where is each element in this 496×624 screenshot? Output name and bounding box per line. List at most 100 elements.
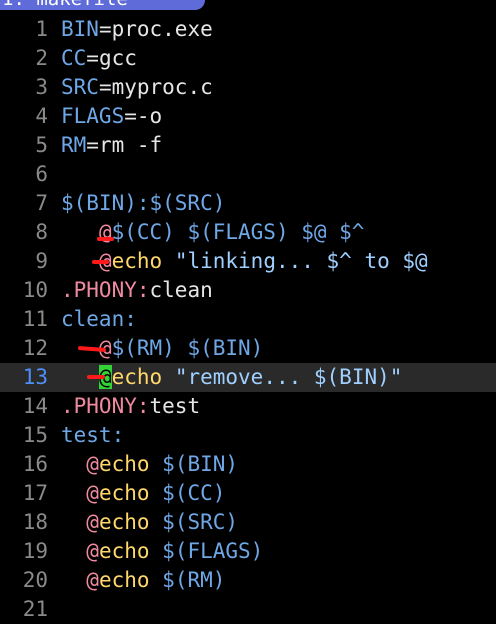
tab-makefile[interactable]: 1: makefile xyxy=(0,0,205,10)
code-token: clean: xyxy=(61,307,137,331)
code-token: .PHONY: xyxy=(61,394,150,418)
code-token: clean xyxy=(149,278,213,302)
code-line[interactable]: 11 clean: xyxy=(0,305,496,334)
code-line[interactable]: 19 @echo $(FLAGS) xyxy=(0,537,496,566)
code-token: $(FLAGS) xyxy=(149,539,264,563)
code-line[interactable]: 20 @echo $(RM) xyxy=(0,566,496,595)
line-code: .PHONY:clean xyxy=(61,276,213,305)
line-number: 16 xyxy=(22,452,48,476)
line-code: RM=rm -f xyxy=(61,131,162,160)
line-number: 3 xyxy=(35,75,48,99)
code-token: echo xyxy=(111,365,163,389)
code-line[interactable]: 12 @$(RM) $(BIN) xyxy=(0,334,496,363)
code-line[interactable]: 14 .PHONY:test xyxy=(0,392,496,421)
annotation-mark xyxy=(97,237,114,241)
line-number: 12 xyxy=(22,336,48,360)
code-token: .PHONY: xyxy=(61,278,150,302)
code-token: =gcc xyxy=(86,46,137,70)
code-token: @ xyxy=(86,539,99,563)
code-line[interactable]: 21 xyxy=(0,595,496,624)
line-number: 19 xyxy=(22,539,48,563)
line-code: SRC=myproc.c xyxy=(61,73,213,102)
line-code: clean: xyxy=(61,305,137,334)
line-number: 10 xyxy=(22,278,48,302)
code-line[interactable]: 13 @echo "remove... $(BIN)" xyxy=(0,363,496,392)
line-number: 1 xyxy=(35,17,48,41)
code-token: echo xyxy=(98,510,150,534)
line-number: 21 xyxy=(22,597,48,621)
editor[interactable]: 1 BIN=proc.exe 2 CC=gcc 3 SRC=myproc.c 4 FLAGS=… xyxy=(0,15,496,624)
line-code: CC=gcc xyxy=(61,44,137,73)
line-number: 2 xyxy=(35,46,48,70)
line-code: test: xyxy=(61,421,124,450)
code-token: FLAGS xyxy=(61,104,125,128)
code-line[interactable]: 8 @$(CC) $(FLAGS) $@ $^ xyxy=(0,218,496,247)
code-line[interactable]: 5 RM=rm -f xyxy=(0,131,496,160)
code-token: =rm -f xyxy=(86,133,163,157)
line-number: 14 xyxy=(22,394,48,418)
tab-bar: 1: makefile xyxy=(0,0,496,10)
line-number: 13 xyxy=(22,365,48,389)
line-number: 17 xyxy=(22,481,48,505)
line-number: 4 xyxy=(35,104,48,128)
line-code: @echo "remove... $(BIN)" xyxy=(61,363,402,392)
code-token: echo xyxy=(98,452,150,476)
line-code: $(BIN):$(SRC) xyxy=(61,189,225,218)
code-token: $(RM) $(BIN) xyxy=(111,336,264,360)
code-token: =-o xyxy=(124,104,163,128)
code-token: echo xyxy=(98,568,150,592)
code-line[interactable]: 10 .PHONY:clean xyxy=(0,276,496,305)
code-token: echo xyxy=(111,249,163,273)
line-number: 20 xyxy=(22,568,48,592)
code-token: =myproc.c xyxy=(98,75,213,99)
line-code: @echo "linking... $^ to $@ xyxy=(61,247,428,276)
line-code: @echo $(FLAGS) xyxy=(61,537,263,566)
code-line[interactable]: 17 @echo $(CC) xyxy=(0,479,496,508)
line-code: BIN=proc.exe xyxy=(61,15,213,44)
code-line[interactable]: 1 BIN=proc.exe xyxy=(0,15,496,44)
code-line[interactable]: 3 SRC=myproc.c xyxy=(0,73,496,102)
code-line[interactable]: 4 FLAGS=-o xyxy=(0,102,496,131)
code-token: @ xyxy=(86,568,99,592)
code-token: $(BIN):$(SRC) xyxy=(61,191,226,215)
code-line[interactable]: 15 test: xyxy=(0,421,496,450)
line-code: @echo $(SRC) xyxy=(61,508,238,537)
annotation-mark xyxy=(87,375,105,379)
line-code: @$(CC) $(FLAGS) $@ $^ xyxy=(61,218,365,247)
code-token: RM xyxy=(61,133,87,157)
code-token: $(CC) $(FLAGS) $@ $^ xyxy=(111,220,365,244)
line-number: 15 xyxy=(22,423,48,447)
annotation-mark xyxy=(92,260,109,264)
line-code: FLAGS=-o xyxy=(61,102,162,131)
code-token: $(SRC) xyxy=(149,510,239,534)
code-token: "remove... $(BIN)" xyxy=(162,365,403,389)
code-line[interactable]: 9 @echo "linking... $^ to $@ xyxy=(0,247,496,276)
code-token: BIN xyxy=(61,17,99,41)
code-token: test: xyxy=(61,423,125,447)
line-number: 8 xyxy=(35,220,48,244)
code-line[interactable]: 16 @echo $(BIN) xyxy=(0,450,496,479)
code-token: SRC xyxy=(61,75,99,99)
code-line[interactable]: 6 xyxy=(0,160,496,189)
line-code: @echo $(RM) xyxy=(61,566,225,595)
line-number: 7 xyxy=(35,191,48,215)
line-number: 5 xyxy=(35,133,48,157)
code-line[interactable]: 2 CC=gcc xyxy=(0,44,496,73)
code-token: @ xyxy=(86,481,99,505)
code-token: $(BIN) xyxy=(149,452,239,476)
code-token: =proc.exe xyxy=(98,17,213,41)
code-line[interactable]: 18 @echo $(SRC) xyxy=(0,508,496,537)
code-token: echo xyxy=(98,481,150,505)
code-line[interactable]: 7 $(BIN):$(SRC) xyxy=(0,189,496,218)
line-number: 6 xyxy=(35,162,48,186)
line-number: 11 xyxy=(22,307,48,331)
code-token: $(CC) xyxy=(149,481,226,505)
code-token: CC xyxy=(61,46,87,70)
code-token: $(RM) xyxy=(149,568,226,592)
code-token: @ xyxy=(86,452,99,476)
